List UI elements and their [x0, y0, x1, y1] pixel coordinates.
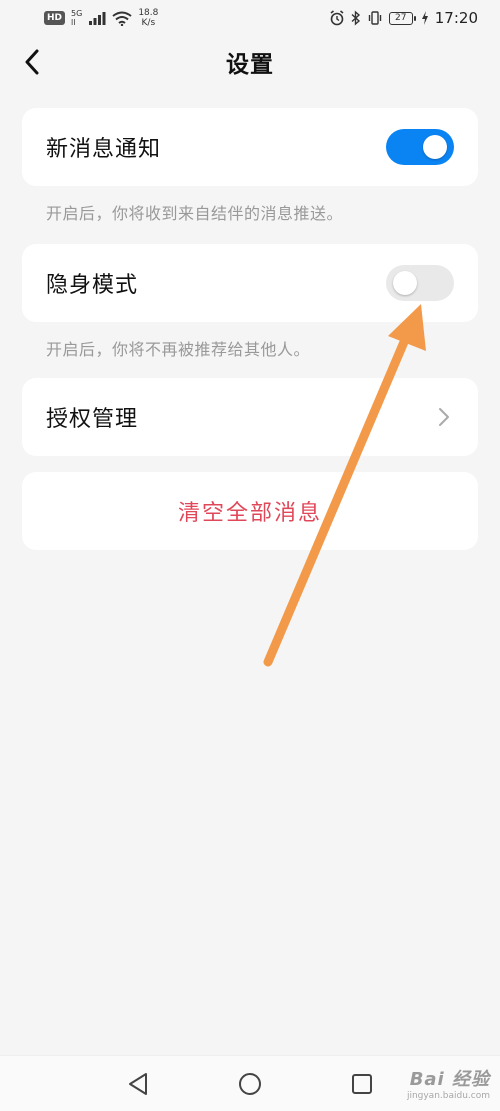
notification-hint: 开启后，你将收到来自结伴的消息推送。 [46, 204, 344, 223]
network-indicator: 5G ll [71, 9, 82, 27]
square-recent-icon [352, 1073, 372, 1094]
settings-screen: HD 5G ll 18.8 K/s 27 17:20 设置 新消息通知 开启后，… [0, 0, 500, 1111]
signal-icon [89, 12, 106, 25]
speed-value: 18.8 [138, 8, 159, 18]
toggle-knob [393, 271, 417, 295]
bluetooth-icon [351, 10, 360, 26]
network-sub: ll [71, 18, 76, 27]
circle-home-icon [239, 1072, 261, 1095]
nav-recent-button[interactable] [345, 1067, 379, 1101]
speed-unit: K/s [141, 18, 156, 28]
status-bar: HD 5G ll 18.8 K/s 27 17:20 [0, 0, 500, 36]
stealth-setting-row: 隐身模式 [22, 244, 478, 322]
nav-back-button[interactable] [121, 1067, 155, 1101]
stealth-label: 隐身模式 [46, 273, 139, 298]
nav-home-button[interactable] [233, 1067, 267, 1101]
wifi-icon [112, 11, 132, 26]
charging-icon [421, 11, 428, 25]
triangle-back-icon [129, 1072, 147, 1095]
chevron-right-icon [434, 402, 454, 432]
network-speed: 18.8 K/s [138, 8, 158, 28]
notification-setting-row: 新消息通知 [22, 108, 478, 186]
chevron-left-icon [25, 49, 39, 75]
page-title: 设置 [226, 52, 274, 78]
stealth-hint: 开启后，你将不再被推荐给其他人。 [46, 340, 311, 359]
watermark-sub: jingyan.baidu.com [406, 1091, 490, 1101]
network-type: 5G [71, 9, 83, 18]
authorization-label: 授权管理 [46, 407, 139, 432]
notification-label: 新消息通知 [46, 137, 162, 162]
watermark-main: Bai 经验 [409, 1069, 490, 1090]
status-time: 17:20 [434, 9, 478, 27]
toggle-knob [423, 135, 447, 159]
hd-badge: HD [44, 11, 66, 25]
back-button[interactable] [14, 44, 50, 80]
clear-messages-label: 清空全部消息 [177, 501, 322, 526]
alarm-icon [330, 10, 344, 26]
battery-indicator: 27 [388, 11, 416, 25]
clear-messages-button[interactable]: 清空全部消息 [22, 472, 478, 550]
notification-toggle[interactable] [386, 129, 454, 165]
authorization-row[interactable]: 授权管理 [22, 378, 478, 456]
stealth-toggle[interactable] [386, 265, 454, 301]
vibrate-icon [368, 11, 381, 25]
status-right: 27 17:20 [329, 9, 478, 27]
watermark: Bai 经验 jingyan.baidu.com [407, 1065, 490, 1101]
header: 设置 [0, 36, 500, 88]
status-left: HD 5G ll 18.8 K/s [44, 8, 158, 28]
